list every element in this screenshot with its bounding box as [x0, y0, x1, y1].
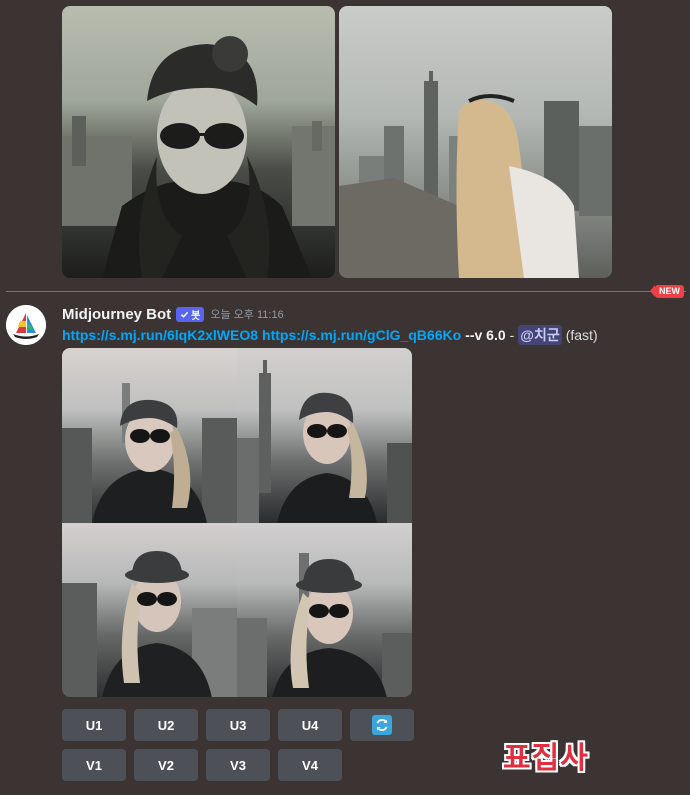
portrait-illustration	[62, 36, 335, 278]
bot-tag-label: 봇	[191, 310, 201, 322]
reroll-button[interactable]	[350, 709, 414, 741]
grid-image-2-illustration	[237, 360, 412, 523]
message-content: https://s.mj.run/6lqK2xlWEO8 https://s.m…	[62, 325, 598, 345]
image-grid[interactable]	[62, 348, 412, 697]
new-messages-divider	[6, 291, 686, 292]
new-badge: NEW	[650, 285, 684, 298]
upscale-button-1[interactable]: U1	[62, 709, 126, 741]
prompt-link-2[interactable]: https://s.mj.run/gClG_qB66Ko	[262, 327, 461, 343]
speed-label: (fast)	[565, 327, 598, 343]
grid-image-4-illustration	[237, 552, 412, 697]
watermark: 표집사	[503, 742, 589, 775]
grid-image-1-illustration	[62, 383, 237, 523]
prompt-params: --v 6.0	[465, 327, 506, 343]
author-name[interactable]: Midjourney Bot	[62, 306, 171, 323]
grid-image-2	[237, 348, 412, 523]
upscale-button-2[interactable]: U2	[134, 709, 198, 741]
message-header: Midjourney Bot 봇 오늘 오후 11:16	[62, 305, 284, 323]
rooftop-illustration	[339, 71, 612, 278]
separator-dash: -	[509, 327, 515, 343]
avatar[interactable]	[6, 305, 46, 345]
upscale-button-3[interactable]: U3	[206, 709, 270, 741]
checkmark-icon	[181, 311, 189, 318]
grid-image-1	[62, 348, 237, 523]
bot-tag: 봇	[176, 306, 205, 322]
variation-button-2[interactable]: V2	[134, 749, 198, 781]
variation-button-3[interactable]: V3	[206, 749, 270, 781]
variation-button-1[interactable]: V1	[62, 749, 126, 781]
grid-image-3-illustration	[62, 550, 237, 697]
variation-button-4[interactable]: V4	[278, 749, 342, 781]
previous-image-rooftop[interactable]	[339, 6, 612, 278]
reroll-icon	[372, 715, 392, 735]
prompt-link-1[interactable]: https://s.mj.run/6lqK2xlWEO8	[62, 327, 258, 343]
previous-image-portrait[interactable]	[62, 6, 335, 278]
user-mention[interactable]: @치군	[518, 325, 562, 345]
timestamp: 오늘 오후 11:16	[210, 309, 284, 321]
grid-image-4	[237, 522, 412, 697]
grid-image-3	[62, 522, 237, 697]
sailboat-icon	[6, 305, 46, 345]
upscale-button-4[interactable]: U4	[278, 709, 342, 741]
